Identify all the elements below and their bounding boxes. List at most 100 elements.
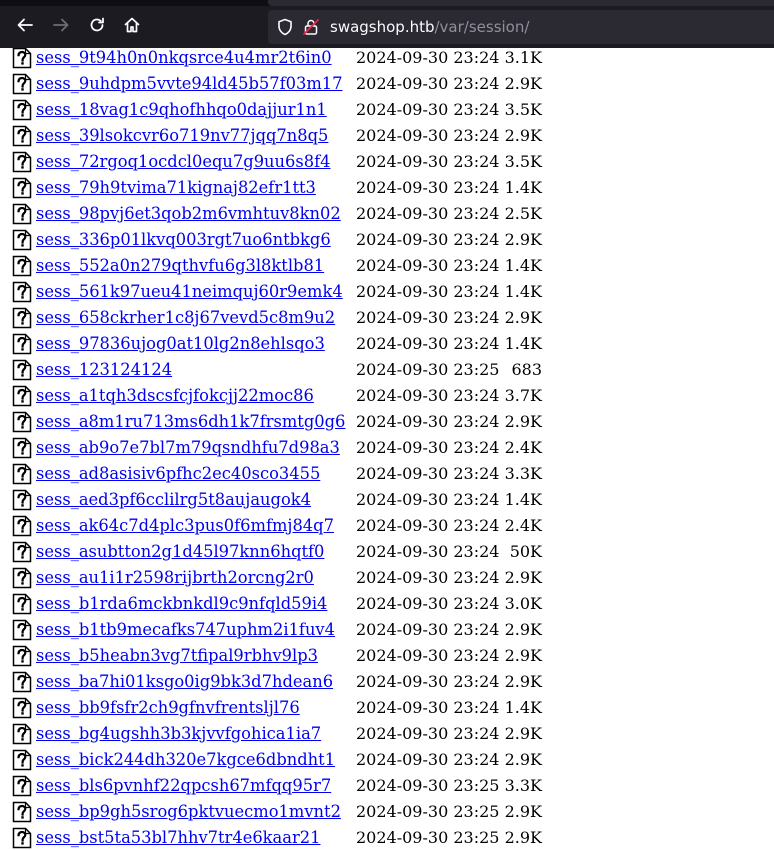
file-link[interactable]: sess_123124124 <box>36 360 172 380</box>
unknown-file-icon <box>12 489 32 511</box>
file-modified-date: 2024-09-30 23:24 <box>356 412 500 431</box>
file-size: 3.5K <box>504 100 542 119</box>
file-modified-date: 2024-09-30 23:24 <box>356 438 500 457</box>
file-link[interactable]: sess_bls6pvnhf22qpcsh67mfqq95r7 <box>36 776 331 796</box>
file-link[interactable]: sess_aed3pf6cclilrg5t8aujaugok4 <box>36 490 311 510</box>
shield-icon[interactable] <box>276 18 294 40</box>
list-item: sess_658ckrher1c8j67vevd5c8m9u2 2024-09-… <box>0 305 774 331</box>
file-link[interactable]: sess_79h9tvima71kignaj82efr1tt3 <box>36 178 316 198</box>
browser-toolbar: swagshop.htb/var/session/ <box>0 0 774 48</box>
file-size: 2.5K <box>504 204 542 223</box>
file-link[interactable]: sess_9t94h0n0nkqsrce4u4mr2t6in0 <box>36 48 332 68</box>
file-link[interactable]: sess_bb9fsfr2ch9gfnvfrentsljl76 <box>36 698 300 718</box>
file-size: 2.9K <box>504 126 542 145</box>
file-size: 2.9K <box>504 828 542 847</box>
file-modified-date: 2024-09-30 23:24 <box>356 568 500 587</box>
unknown-file-icon <box>12 775 32 797</box>
file-size: 1.4K <box>504 698 542 717</box>
list-item: sess_bp9gh5srog6pktvuecmo1mvnt2 2024-09-… <box>0 799 774 825</box>
file-list: sess_9t94h0n0nkqsrce4u4mr2t6in0 2024-09-… <box>0 48 774 850</box>
list-item: sess_79h9tvima71kignaj82efr1tt3 2024-09-… <box>0 175 774 201</box>
file-size: 2.9K <box>504 568 542 587</box>
back-arrow-icon[interactable] <box>13 13 37 37</box>
file-size: 3.7K <box>504 386 542 405</box>
file-link[interactable]: sess_au1i1r2598rijbrth2orcng2r0 <box>36 568 314 588</box>
file-modified-date: 2024-09-30 23:24 <box>356 152 500 171</box>
file-link[interactable]: sess_336p01lkvq003rgt7uo6ntbkg6 <box>36 230 331 250</box>
list-item: sess_123124124 2024-09-30 23:25 683 <box>0 357 774 383</box>
file-size: 2.9K <box>504 750 542 769</box>
file-link[interactable]: sess_552a0n279qthvfu6g3l8ktlb81 <box>36 256 324 276</box>
list-item: sess_bg4ugshh3b3kjvvfgohica1ia7 2024-09-… <box>0 721 774 747</box>
list-item: sess_bick244dh320e7kgce6dbndht1 2024-09-… <box>0 747 774 773</box>
file-modified-date: 2024-09-30 23:24 <box>356 724 500 743</box>
file-size: 1.4K <box>504 334 542 353</box>
unknown-file-icon <box>12 281 32 303</box>
file-link[interactable]: sess_ak64c7d4plc3pus0f6mfmj84q7 <box>36 516 334 536</box>
file-link[interactable]: sess_b1tb9mecafks747uphm2i1fuv4 <box>36 620 335 640</box>
unknown-file-icon <box>12 697 32 719</box>
file-modified-date: 2024-09-30 23:24 <box>356 204 500 223</box>
file-modified-date: 2024-09-30 23:24 <box>356 672 500 691</box>
file-link[interactable]: sess_9uhdpm5vvte94ld45b57f03m17 <box>36 74 343 94</box>
list-item: sess_336p01lkvq003rgt7uo6ntbkg6 2024-09-… <box>0 227 774 253</box>
file-size: 2.9K <box>504 412 542 431</box>
file-link[interactable]: sess_39lsokcvr6o719nv77jqq7n8q5 <box>36 126 328 146</box>
insecure-lock-icon[interactable] <box>302 18 320 40</box>
file-link[interactable]: sess_b1rda6mckbnkdl9c9nfqld59i4 <box>36 594 327 614</box>
list-item: sess_ba7hi01ksgo0ig9bk3d7hdean6 2024-09-… <box>0 669 774 695</box>
file-size: 50K <box>509 542 542 561</box>
file-modified-date: 2024-09-30 23:24 <box>356 282 500 301</box>
url-text[interactable]: swagshop.htb/var/session/ <box>330 18 529 36</box>
file-modified-date: 2024-09-30 23:24 <box>356 620 500 639</box>
file-link[interactable]: sess_ad8asisiv6pfhc2ec40sco3455 <box>36 464 320 484</box>
unknown-file-icon <box>12 827 32 849</box>
unknown-file-icon <box>12 203 32 225</box>
file-modified-date: 2024-09-30 23:24 <box>356 230 500 249</box>
file-size: 2.9K <box>504 646 542 665</box>
file-modified-date: 2024-09-30 23:24 <box>356 386 500 405</box>
unknown-file-icon <box>12 151 32 173</box>
file-modified-date: 2024-09-30 23:24 <box>356 646 500 665</box>
file-modified-date: 2024-09-30 23:24 <box>356 48 500 67</box>
file-link[interactable]: sess_bp9gh5srog6pktvuecmo1mvnt2 <box>36 802 341 822</box>
home-icon[interactable] <box>120 13 144 37</box>
list-item: sess_552a0n279qthvfu6g3l8ktlb81 2024-09-… <box>0 253 774 279</box>
file-link[interactable]: sess_a1tqh3dscsfcjfokcjj22moc86 <box>36 386 314 406</box>
file-link[interactable]: sess_18vag1c9qhofhhqo0dajjur1n1 <box>36 100 327 120</box>
file-link[interactable]: sess_bst5ta53bl7hhv7tr4e6kaar21 <box>36 828 320 848</box>
file-link[interactable]: sess_97836ujog0at10lg2n8ehlsqo3 <box>36 334 325 354</box>
unknown-file-icon <box>12 801 32 823</box>
file-link[interactable]: sess_b5heabn3vg7tfipal9rbhv9lp3 <box>36 646 318 666</box>
file-modified-date: 2024-09-30 23:25 <box>356 776 500 795</box>
unknown-file-icon <box>12 671 32 693</box>
file-link[interactable]: sess_asubtton2g1d45l97knn6hqtf0 <box>36 542 324 562</box>
file-link[interactable]: sess_98pvj6et3qob2m6vmhtuv8kn02 <box>36 204 341 224</box>
unknown-file-icon <box>12 749 32 771</box>
url-host: swagshop.htb <box>330 18 435 36</box>
file-link[interactable]: sess_bick244dh320e7kgce6dbndht1 <box>36 750 335 770</box>
unknown-file-icon <box>12 385 32 407</box>
file-link[interactable]: sess_a8m1ru713ms6dh1k7frsmtg0g6 <box>36 412 345 432</box>
unknown-file-icon <box>12 541 32 563</box>
unknown-file-icon <box>12 73 32 95</box>
file-size: 2.4K <box>504 516 542 535</box>
file-link[interactable]: sess_72rgoq1ocdcl0equ7g9uu6s8f4 <box>36 152 331 172</box>
file-link[interactable]: sess_bg4ugshh3b3kjvvfgohica1ia7 <box>36 724 321 744</box>
file-link[interactable]: sess_ab9o7e7bl7m79qsndhfu7d98a3 <box>36 438 340 458</box>
address-bar[interactable]: swagshop.htb/var/session/ <box>268 10 774 44</box>
file-size: 3.3K <box>504 464 542 483</box>
file-link[interactable]: sess_561k97ueu41neimquj60r9emk4 <box>36 282 343 302</box>
unknown-file-icon <box>12 48 32 69</box>
list-item: sess_b1rda6mckbnkdl9c9nfqld59i4 2024-09-… <box>0 591 774 617</box>
file-size: 1.4K <box>504 178 542 197</box>
list-item: sess_b1tb9mecafks747uphm2i1fuv4 2024-09-… <box>0 617 774 643</box>
file-link[interactable]: sess_658ckrher1c8j67vevd5c8m9u2 <box>36 308 335 328</box>
file-link[interactable]: sess_ba7hi01ksgo0ig9bk3d7hdean6 <box>36 672 333 692</box>
list-item: sess_au1i1r2598rijbrth2orcng2r0 2024-09-… <box>0 565 774 591</box>
forward-arrow-icon[interactable] <box>49 13 73 37</box>
file-modified-date: 2024-09-30 23:25 <box>356 802 500 821</box>
reload-icon[interactable] <box>85 13 109 37</box>
file-size: 2.4K <box>504 438 542 457</box>
unknown-file-icon <box>12 333 32 355</box>
